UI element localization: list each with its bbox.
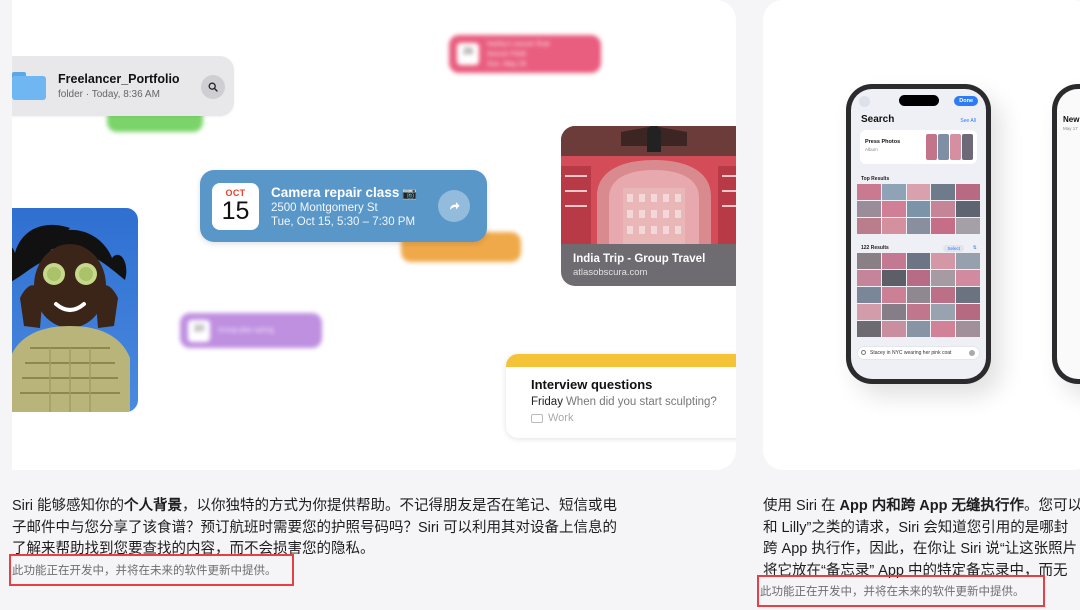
camera-icon: 📷 [402, 185, 418, 200]
notes-screen: New May 17 [1057, 89, 1080, 379]
calendar-date-icon: OCT 15 [212, 182, 259, 230]
search-query: Stacey in NYC wearing her pink coat [870, 350, 952, 356]
file-name: Freelancer_Portfolio [58, 72, 180, 86]
results-count: 122 Results [861, 245, 889, 251]
sort-icon[interactable]: ⇅ [973, 245, 977, 251]
partial-sub: May 17 [1063, 126, 1078, 131]
note-day: Friday [531, 396, 563, 408]
photos-search-screen: Done Search See All Press Photos Album T… [851, 89, 986, 379]
photos-search-field[interactable]: Stacey in NYC wearing her pink coat [858, 347, 979, 359]
in-development-notice: 此功能正在开发中，并将在未来的软件更新中提供。 [9, 554, 294, 586]
highlight-in-app-actions: App 内和跨 App 无缝执行作 [839, 498, 1024, 514]
event-title: Camera repair class [271, 184, 400, 200]
iphone-mockup-partial: New May 17 [1052, 84, 1080, 384]
note-folder: Work [548, 412, 574, 424]
share-arrow-icon[interactable] [438, 190, 470, 222]
highlight-personal-context: 个人背景 [123, 498, 182, 514]
done-button[interactable]: Done [954, 96, 978, 106]
blurred-note-sub: Soccer Field [487, 50, 526, 58]
blurred-plan-notification: 10 Group plan spring [180, 313, 322, 348]
event-time: Tue, Oct 15, 5:30 – 7:30 PM [271, 215, 416, 228]
calendar-icon: 26 [457, 43, 479, 65]
palace-photo [561, 126, 736, 244]
file-meta: folder · Today, 8:36 AM [58, 89, 160, 100]
link-preview[interactable]: India Trip - Group Travel atlasobscura.c… [561, 126, 736, 286]
in-development-notice-right: 此功能正在开发中，并将在未来的软件更新中提供。 [757, 575, 1045, 607]
album-title: Press Photos [865, 139, 901, 145]
blurred-event-notification: 26 Harley's soccer final Soccer Field Su… [449, 35, 601, 73]
clear-icon[interactable] [969, 350, 975, 356]
partial-title: New [1063, 115, 1080, 124]
album-result[interactable]: Press Photos Album [860, 130, 977, 164]
dynamic-island [898, 95, 939, 106]
blurred-note-title: Harley's soccer final [487, 40, 550, 48]
iphone-mockup: Done Search See All Press Photos Album T… [846, 84, 991, 384]
calendar-event-card[interactable]: OCT 15 Camera repair class 📷 2500 Montgom… [200, 170, 487, 242]
portrait-photo [12, 208, 138, 412]
event-day: 15 [221, 196, 250, 225]
notes-card[interactable]: Interview questions Friday When did you s… [506, 354, 736, 438]
album-sub: Album [865, 147, 878, 152]
search-icon[interactable] [201, 75, 225, 99]
folder-icon [12, 72, 46, 100]
see-all-link[interactable]: See All [960, 118, 976, 124]
calendar-icon: 10 [188, 319, 210, 342]
personal-context-card: 26 Harley's soccer final Soccer Field Su… [12, 0, 736, 470]
note-heading: Interview questions [531, 377, 653, 392]
search-icon [861, 350, 866, 355]
in-app-actions-description: 使用 Siri 在 App 内和跨 App 无缝执行作。您可以 和 Lilly”… [763, 498, 1080, 579]
event-month: OCT [225, 187, 246, 198]
all-results-grid[interactable] [857, 253, 980, 337]
personal-context-description: Siri 能够感知你的个人背景，以你独特的方式为你提供帮助。不记得朋友是否在笔记… [12, 498, 617, 557]
select-button[interactable]: Select [943, 245, 964, 252]
file-search-result[interactable]: Freelancer_Portfolio folder · Today, 8:3… [12, 56, 234, 116]
event-address: 2500 Montgomery St [271, 201, 378, 214]
blurred-note-title: Group plan spring [218, 327, 274, 334]
top-results-label: Top Results [861, 176, 890, 182]
note-question: When did you start sculpting? [565, 396, 717, 408]
folder-icon [531, 413, 543, 423]
blurred-note-time: Sun, May 26 [487, 60, 527, 68]
back-icon[interactable] [859, 96, 870, 107]
top-results-grid[interactable] [857, 184, 980, 234]
search-title: Search [861, 114, 895, 125]
notes-header-bar [506, 354, 736, 367]
link-url: atlasobscura.com [573, 267, 648, 278]
link-title: India Trip - Group Travel [573, 253, 706, 265]
